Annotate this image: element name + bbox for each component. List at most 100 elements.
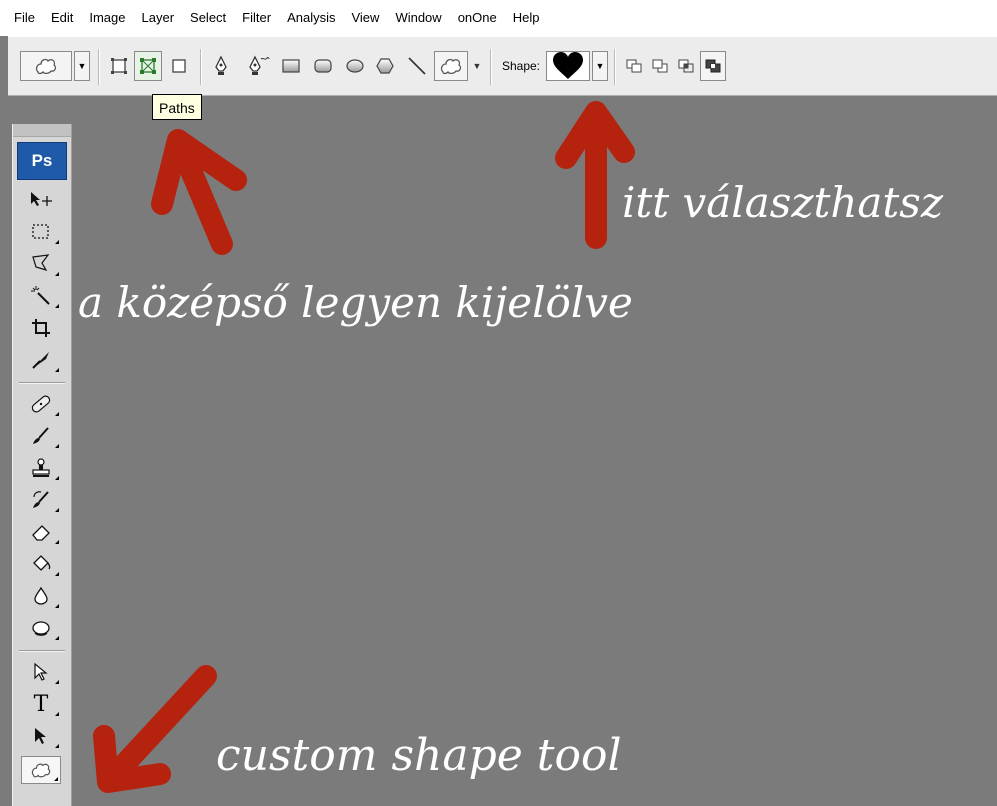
add-to-area-icon: [626, 59, 642, 73]
menu-select[interactable]: Select: [182, 0, 234, 36]
polygon-tool-button[interactable]: [372, 51, 398, 81]
rounded-rectangle-icon: [314, 59, 332, 73]
combine-mode-exclude-button[interactable]: [700, 51, 726, 81]
eraser-tool[interactable]: [21, 518, 61, 546]
tool-preset-dropdown[interactable]: ▼: [74, 51, 90, 81]
combine-mode-add-button[interactable]: [622, 51, 646, 81]
menu-analysis[interactable]: Analysis: [279, 0, 343, 36]
combine-mode-intersect-button[interactable]: [674, 51, 698, 81]
paths-icon: [140, 58, 156, 74]
custom-shape-icon: [31, 763, 51, 778]
slice-knife-icon: [32, 352, 49, 369]
eraser-icon: [32, 525, 50, 541]
paths-button[interactable]: [134, 51, 162, 81]
selection-arrow-icon: [35, 728, 46, 744]
menu-layer[interactable]: Layer: [134, 0, 183, 36]
custom-shape-button[interactable]: [434, 51, 468, 81]
annotation-arrows: [93, 101, 635, 793]
toolbox-panel: Ps T: [12, 124, 72, 806]
paths-tooltip: Paths: [152, 94, 202, 120]
crop-tool[interactable]: [21, 314, 61, 342]
line-tool-button[interactable]: [404, 51, 430, 81]
rounded-rectangle-button[interactable]: [310, 51, 336, 81]
combine-mode-subtract-button[interactable]: [648, 51, 672, 81]
fill-pixels-icon: [172, 59, 186, 73]
magic-wand-tool[interactable]: [21, 282, 61, 310]
toolbox-divider: [19, 382, 65, 384]
shape-picker[interactable]: [546, 51, 590, 81]
ellipse-tool-button[interactable]: [342, 51, 368, 81]
rectangle-tool-button[interactable]: [278, 51, 304, 81]
lasso-icon: [32, 254, 50, 272]
annotation-custom-shape-tool: custom shape tool: [216, 730, 622, 781]
dodge-tool[interactable]: [21, 614, 61, 642]
stamp-icon: [32, 458, 50, 477]
divider: [200, 49, 202, 85]
menu-filter[interactable]: Filter: [234, 0, 279, 36]
menu-edit[interactable]: Edit: [43, 0, 81, 36]
custom-shape-tool[interactable]: [21, 756, 61, 784]
paint-bucket-tool[interactable]: [21, 550, 61, 578]
line-icon: [408, 57, 426, 75]
move-icon: [31, 192, 52, 206]
annotation-choose-here: itt választhatsz: [622, 178, 943, 227]
marquee-tool[interactable]: [21, 218, 61, 246]
menu-window[interactable]: Window: [387, 0, 449, 36]
menu-view[interactable]: View: [343, 0, 387, 36]
arrow-to-custom-shape-tool: [93, 665, 217, 793]
crop-icon: [32, 319, 50, 337]
shape-label: Shape:: [501, 59, 541, 73]
type-tool-icon: T: [33, 691, 49, 717]
polygon-icon: [376, 58, 394, 74]
menu-file[interactable]: File: [0, 0, 43, 36]
exclude-overlap-icon: [705, 59, 721, 73]
ellipse-icon: [346, 59, 364, 73]
arrow-to-paths-button: [151, 129, 247, 255]
path-selection-arrow-icon: [34, 662, 48, 681]
divider: [614, 49, 616, 85]
custom-shape-icon: [35, 58, 57, 75]
pen-icon: [215, 55, 227, 75]
ps-logo: Ps: [17, 142, 67, 180]
clone-stamp-tool[interactable]: [21, 454, 61, 482]
custom-shape-icon: [440, 58, 462, 75]
type-tool[interactable]: T: [21, 690, 61, 718]
freeform-pen-icon: [249, 55, 270, 75]
brush-icon: [33, 427, 49, 444]
water-drop-icon: [34, 586, 48, 605]
tool-preset-picker[interactable]: [20, 51, 72, 81]
paint-bucket-icon: [33, 555, 51, 571]
geometry-options-dropdown[interactable]: ▼: [470, 51, 484, 81]
magic-wand-icon: [31, 286, 50, 305]
options-bar: ▼ ▼ Shape: ▼: [8, 36, 997, 96]
arrow-to-shape-picker: [555, 101, 635, 249]
freeform-pen-button[interactable]: [244, 51, 274, 81]
fill-pixels-button[interactable]: [166, 51, 192, 81]
shape-picker-dropdown[interactable]: ▼: [592, 51, 608, 81]
toolbox-divider: [19, 650, 65, 652]
lasso-tool[interactable]: [21, 250, 61, 278]
dodge-icon: [32, 621, 50, 636]
toolbox-grip[interactable]: [13, 124, 71, 137]
divider: [490, 49, 492, 85]
menu-onone[interactable]: onOne: [450, 0, 505, 36]
annotation-middle-selected: a középső legyen kijelölve: [78, 278, 633, 327]
menu-help[interactable]: Help: [505, 0, 548, 36]
subtract-area-icon: [652, 59, 668, 73]
marquee-icon: [32, 224, 49, 239]
direct-selection-tool[interactable]: [21, 722, 61, 750]
shape-layers-button[interactable]: [106, 51, 132, 81]
pen-tool-button[interactable]: [208, 51, 234, 81]
menu-bar: File Edit Image Layer Select Filter Anal…: [0, 0, 997, 36]
move-tool[interactable]: [21, 186, 61, 214]
healing-brush-tool[interactable]: [21, 390, 61, 418]
bandage-icon: [31, 395, 51, 413]
history-brush-icon: [33, 491, 49, 508]
slice-tool[interactable]: [21, 346, 61, 374]
history-brush-tool[interactable]: [21, 486, 61, 514]
menu-image[interactable]: Image: [81, 0, 133, 36]
path-selection-tool[interactable]: [21, 658, 61, 686]
blur-tool[interactable]: [21, 582, 61, 610]
brush-tool[interactable]: [21, 422, 61, 450]
rectangle-icon: [282, 59, 300, 73]
